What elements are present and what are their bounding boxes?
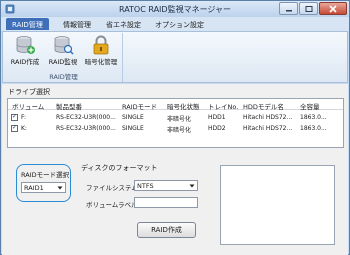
raid-monitor-icon bbox=[54, 36, 74, 55]
drive-encryption: 非暗号化 bbox=[167, 127, 192, 134]
minimize-button[interactable] bbox=[279, 2, 298, 15]
raid-mode-value: RAID1 bbox=[24, 184, 44, 192]
drive-volume: K: bbox=[21, 125, 27, 132]
drive-raid-mode: SINGLE bbox=[122, 114, 144, 121]
raid-create-button[interactable]: RAID作成 bbox=[137, 222, 196, 238]
drive-raid-mode: SINGLE bbox=[122, 125, 144, 132]
raid-create-icon bbox=[16, 36, 35, 54]
drive-checkbox[interactable] bbox=[11, 124, 18, 132]
col-raid-mode[interactable]: RAIDモード bbox=[122, 101, 162, 111]
drive-product: RS-EC32-U3R(000... bbox=[56, 114, 116, 121]
main-panel: ドライブ選択 ボリューム 製品型番 RAIDモード 暗号化状態 トレイNo. H… bbox=[2, 84, 348, 255]
raid-mode-select[interactable]: RAID1 bbox=[21, 182, 66, 193]
encryption-ribbon-label: 暗号化管理 bbox=[84, 58, 118, 66]
menu-raid-management[interactable]: RAID管理 bbox=[6, 18, 49, 30]
minimize-icon bbox=[285, 9, 292, 11]
col-hdd-model[interactable]: HDDモデル名 bbox=[243, 101, 295, 111]
filesystem-label: ファイルシステム bbox=[86, 184, 138, 192]
volume-label-label: ボリュームラベル bbox=[86, 201, 138, 209]
menu-option-settings[interactable]: オプション設定 bbox=[149, 18, 210, 30]
raid-mode-group: RAIDモード選択 RAID1 bbox=[16, 164, 71, 202]
ribbon-group-raid: RAID作成 RAID監視 暗号化管理 RAID管理 bbox=[5, 33, 123, 82]
raid-monitor-ribbon-label: RAID監視 bbox=[48, 58, 78, 66]
ribbon: RAID作成 RAID監視 暗号化管理 RAID管理 bbox=[2, 31, 348, 83]
drive-list: ボリューム 製品型番 RAIDモード 暗号化状態 トレイNo. HDDモデル名 … bbox=[7, 98, 344, 148]
raid-mode-label: RAIDモード選択 bbox=[21, 171, 70, 179]
title-bar: RATOC RAID監視マネージャー bbox=[1, 1, 349, 17]
drive-volume: F: bbox=[21, 114, 27, 121]
encryption-ribbon-button[interactable]: 暗号化管理 bbox=[83, 35, 119, 69]
disk-format-label: ディスクのフォーマット bbox=[81, 164, 158, 172]
ribbon-group-label: RAID管理 bbox=[49, 73, 78, 81]
drive-model: Hitachi HDS72... bbox=[243, 125, 293, 132]
drive-row[interactable]: F: RS-EC32-U3R(000... SINGLE 非暗号化 HDD1 H… bbox=[8, 113, 343, 123]
drive-encryption: 非暗号化 bbox=[167, 116, 192, 123]
volume-label-input[interactable] bbox=[134, 197, 198, 208]
raid-create-ribbon-button[interactable]: RAID作成 bbox=[7, 35, 43, 69]
close-icon bbox=[329, 4, 337, 13]
col-volume[interactable]: ボリューム bbox=[12, 101, 50, 111]
app-window: RATOC RAID監視マネージャー RAID管理 情報管理 省エネ設定 オプシ… bbox=[0, 0, 350, 255]
drive-checkbox[interactable] bbox=[11, 113, 18, 121]
drive-tray: HDD1 bbox=[208, 114, 226, 121]
drive-capacity: 1863.0... bbox=[300, 114, 327, 121]
raid-monitor-ribbon-button[interactable]: RAID監視 bbox=[45, 35, 81, 69]
col-product[interactable]: 製品型番 bbox=[56, 101, 116, 111]
window-controls bbox=[278, 2, 347, 15]
menu-power-saving[interactable]: 省エネ設定 bbox=[100, 18, 147, 30]
maximize-button[interactable] bbox=[299, 2, 318, 15]
drive-list-header: ボリューム 製品型番 RAIDモード 暗号化状態 トレイNo. HDDモデル名 … bbox=[8, 99, 343, 111]
drive-row[interactable]: K: RS-EC32-U3R(000... SINGLE 非暗号化 HDD2 H… bbox=[8, 124, 343, 134]
drive-product: RS-EC32-U3R(000... bbox=[56, 125, 116, 132]
drive-model: Hitachi HDS72... bbox=[243, 114, 293, 121]
close-button[interactable] bbox=[319, 2, 347, 15]
chevron-down-icon bbox=[57, 186, 63, 190]
drive-tray: HDD2 bbox=[208, 125, 226, 132]
drive-capacity: 1863.0... bbox=[300, 125, 327, 132]
drive-selection-label: ドライブ選択 bbox=[8, 88, 50, 96]
menu-info-management[interactable]: 情報管理 bbox=[57, 18, 97, 30]
col-tray[interactable]: トレイNo. bbox=[208, 101, 240, 111]
filesystem-value: NTFS bbox=[137, 182, 154, 190]
chevron-down-icon bbox=[189, 184, 195, 188]
col-encryption[interactable]: 暗号化状態 bbox=[167, 101, 207, 111]
col-capacity[interactable]: 全容量 bbox=[300, 101, 340, 111]
maximize-icon bbox=[305, 5, 312, 12]
menu-bar: RAID管理 情報管理 省エネ設定 オプション設定 bbox=[1, 17, 349, 31]
raid-create-ribbon-label: RAID作成 bbox=[10, 58, 40, 66]
filesystem-select[interactable]: NTFS bbox=[134, 180, 198, 191]
info-panel bbox=[220, 165, 335, 245]
padlock-icon bbox=[93, 35, 109, 55]
